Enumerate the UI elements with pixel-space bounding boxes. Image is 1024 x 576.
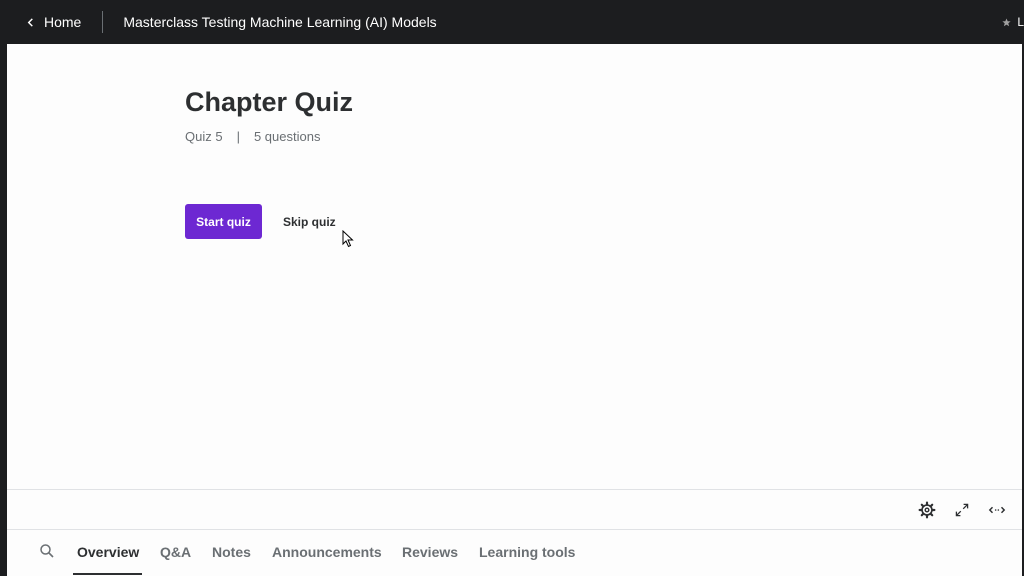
tab-qa[interactable]: Q&A xyxy=(160,530,191,574)
chevron-left-icon xyxy=(27,17,33,27)
skip-quiz-button[interactable]: Skip quiz xyxy=(275,204,344,239)
course-tabs: Overview Q&A Notes Announcements Reviews… xyxy=(7,530,1022,576)
star-icon xyxy=(1002,17,1011,26)
home-label: Home xyxy=(44,14,82,30)
tab-learning-tools[interactable]: Learning tools xyxy=(479,530,575,574)
tab-announcements[interactable]: Announcements xyxy=(272,530,382,574)
expand-icon[interactable] xyxy=(952,500,972,520)
quiz-number: Quiz 5 xyxy=(185,129,223,144)
tab-overview[interactable]: Overview xyxy=(77,530,139,574)
home-link[interactable]: Home xyxy=(0,0,102,44)
quiz-title: Chapter Quiz xyxy=(185,87,354,117)
player-controls xyxy=(7,489,1022,530)
tab-notes[interactable]: Notes xyxy=(212,530,251,574)
quiz-question-count: 5 questions xyxy=(253,129,321,144)
quiz-meta: Quiz 5 | 5 questions xyxy=(185,129,320,144)
tab-reviews[interactable]: Reviews xyxy=(402,530,458,574)
meta-separator: | xyxy=(236,129,240,144)
start-quiz-button[interactable]: Start quiz xyxy=(185,204,262,239)
quiz-panel: Chapter Quiz Quiz 5 | 5 questions Start … xyxy=(7,44,1022,489)
arrows-horizontal-icon[interactable] xyxy=(987,500,1007,520)
gear-icon[interactable] xyxy=(917,500,937,520)
rating-label: L xyxy=(1017,15,1024,29)
course-title[interactable]: Masterclass Testing Machine Learning (AI… xyxy=(123,14,436,30)
rating-link[interactable]: L xyxy=(1002,0,1024,44)
active-tab-indicator xyxy=(73,573,142,575)
top-header: Home Masterclass Testing Machine Learnin… xyxy=(0,0,1024,44)
mouse-cursor-icon xyxy=(342,230,354,248)
search-icon[interactable] xyxy=(39,543,55,559)
header-divider xyxy=(102,11,104,33)
